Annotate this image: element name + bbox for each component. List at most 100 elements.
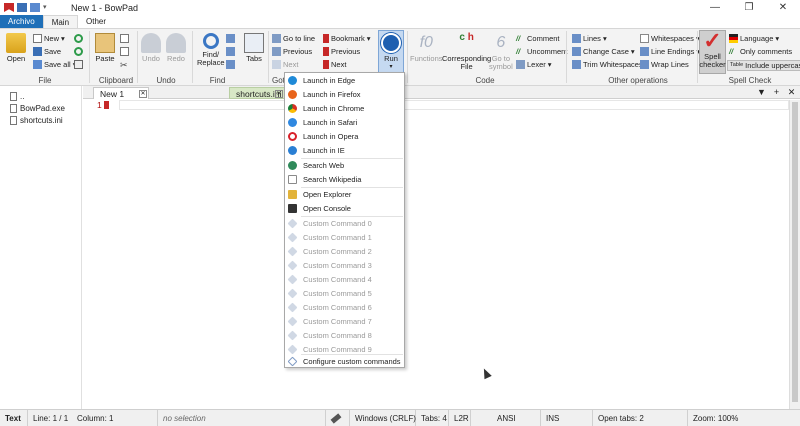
arrow-right-icon [272, 60, 281, 69]
menu-item-custom-command-0[interactable]: Custom Command 0 [285, 217, 404, 230]
tab-list-button[interactable]: ▼ [755, 86, 768, 99]
menu-item-custom-command-1[interactable]: Custom Command 1 [285, 231, 404, 244]
wrap-lines-button[interactable]: Wrap Lines [640, 60, 689, 69]
lexer-button[interactable]: Lexer ▾ [516, 60, 552, 69]
only-comments-button[interactable]: //Only comments [729, 47, 792, 56]
menu-item-custom-command-6[interactable]: Custom Command 6 [285, 301, 404, 314]
minimize-button[interactable]: — [698, 0, 732, 15]
next-button[interactable]: Next [272, 60, 298, 69]
bookmark-button[interactable]: Bookmark ▾ [323, 34, 371, 43]
menu-item-search-wikipedia[interactable]: Search Wikipedia [285, 173, 404, 186]
find-prev-button[interactable] [226, 47, 235, 56]
menu-item-launch-opera[interactable]: Launch in Opera [285, 130, 404, 143]
status-selection: no selection [158, 410, 326, 426]
reload-button[interactable] [74, 34, 83, 43]
go-to-line-button[interactable]: Go to line [272, 34, 315, 43]
menu-item-launch-firefox[interactable]: Launch in Firefox [285, 88, 404, 101]
status-encoding[interactable]: ANSI [471, 410, 541, 426]
editor[interactable]: 1 [83, 100, 789, 409]
status-tabs[interactable]: Tabs: 4 [416, 410, 449, 426]
tree-item-shortcuts-ini[interactable]: shortcuts.ini [10, 116, 63, 125]
previous-button[interactable]: Previous [272, 47, 312, 56]
app-icon[interactable] [4, 3, 14, 12]
doc-tab-new-1[interactable]: New 1 ✕ [93, 87, 149, 99]
tab-other[interactable]: Other [78, 15, 114, 28]
menu-item-launch-chrome[interactable]: Launch in Chrome [285, 102, 404, 115]
tabs-button[interactable]: Tabs [244, 33, 264, 63]
line-endings-button[interactable]: Line Endings ▾ [640, 47, 700, 56]
status-edit-icon[interactable] [326, 410, 350, 426]
close-tab-button[interactable]: ✕ [785, 86, 798, 99]
redo-icon [166, 33, 186, 53]
scrollbar-thumb[interactable] [792, 102, 798, 402]
redo-button[interactable]: Redo [166, 33, 186, 63]
spell-checker-button[interactable]: ✓ Spell checker [699, 30, 726, 74]
status-zoom[interactable]: Zoom: 100% [688, 410, 800, 426]
menu-item-custom-command-5[interactable]: Custom Command 5 [285, 287, 404, 300]
open-button[interactable]: Open [6, 33, 26, 63]
copy-button[interactable] [120, 34, 129, 43]
functions-button[interactable]: f0 Functions [410, 33, 443, 63]
run-button[interactable]: Run ▾ [378, 30, 404, 74]
corresponding-file-button[interactable]: c h Corresponding File [442, 33, 491, 71]
save-all-icon[interactable] [30, 3, 40, 12]
status-mode[interactable]: Text [0, 410, 28, 426]
custom-command-icon [287, 316, 298, 327]
find-replace-button[interactable]: Find/ Replace [197, 33, 225, 67]
close-icon[interactable]: ✕ [139, 90, 147, 98]
undo-button[interactable]: Undo [141, 33, 161, 63]
include-uppercase-button[interactable]: TableInclude uppercase [727, 60, 800, 71]
reload-2-button[interactable] [74, 47, 83, 56]
lines-button[interactable]: Lines ▾ [572, 34, 607, 43]
menu-item-launch-safari[interactable]: Launch in Safari [285, 116, 404, 129]
close-icon[interactable]: ✕ [275, 90, 283, 98]
change-case-button[interactable]: Change Case ▾ [572, 47, 635, 56]
firefox-icon [288, 90, 297, 99]
bookmark-next-button[interactable]: Next [323, 60, 346, 69]
chrome-icon [288, 104, 297, 113]
paste-button[interactable]: Paste [95, 33, 115, 63]
menu-item-custom-command-4[interactable]: Custom Command 4 [285, 273, 404, 286]
group-label-spell-check: Spell Check [728, 76, 772, 85]
new-tab-button[interactable]: + [770, 86, 783, 99]
trim-whitespaces-button[interactable]: Trim Whitespaces [572, 60, 643, 69]
save-all-button[interactable]: Save all ▾ [33, 60, 76, 69]
bookmark-previous-button[interactable]: Previous [323, 47, 360, 56]
menu-item-custom-command-2[interactable]: Custom Command 2 [285, 245, 404, 258]
arrow-left-icon [272, 47, 281, 56]
menu-item-search-web[interactable]: Search Web [285, 159, 404, 172]
tree-item-bowpad-exe[interactable]: BowPad.exe [10, 104, 65, 113]
close-button[interactable]: ✕ [766, 0, 800, 15]
maximize-button[interactable]: ❐ [732, 0, 766, 15]
chevron-down-icon[interactable]: ▾ [43, 3, 53, 12]
comment-button[interactable]: //Comment [516, 34, 560, 43]
menu-item-launch-ie[interactable]: Launch in IE [285, 144, 404, 157]
close-file-button[interactable] [74, 60, 83, 69]
status-insert-mode[interactable]: INS [541, 410, 593, 426]
whitespaces-button[interactable]: Whitespaces ▾ [640, 34, 700, 43]
tab-archivo[interactable]: Archivo [0, 15, 43, 28]
go-to-symbol-button[interactable]: 6 Go to symbol [489, 33, 513, 71]
menu-item-launch-edge[interactable]: Launch in Edge [285, 74, 404, 87]
menu-item-custom-command-8[interactable]: Custom Command 8 [285, 329, 404, 342]
menu-item-open-explorer[interactable]: Open Explorer [285, 188, 404, 201]
doc-tab-shortcuts-ini[interactable]: shortcuts.ini ✕ [229, 87, 285, 99]
save-button[interactable]: Save [33, 47, 61, 56]
find-files-button[interactable] [226, 60, 235, 69]
vertical-scrollbar[interactable] [789, 100, 800, 409]
save-icon[interactable] [17, 3, 27, 12]
menu-item-custom-command-7[interactable]: Custom Command 7 [285, 315, 404, 328]
language-button[interactable]: Language ▾ [729, 34, 779, 43]
tree-item-parent[interactable]: .. [10, 92, 24, 101]
menu-item-open-console[interactable]: Open Console [285, 202, 404, 215]
menu-item-configure-custom-commands[interactable]: Configure custom commands [285, 355, 404, 368]
cut-button[interactable]: ✂ [120, 60, 129, 70]
uncomment-button[interactable]: //Uncomment [516, 47, 567, 56]
status-direction[interactable]: L2R [449, 410, 471, 426]
status-eol[interactable]: Windows (CRLF) [350, 410, 416, 426]
copy-2-button[interactable] [120, 47, 129, 56]
tab-main[interactable]: Main [42, 15, 79, 28]
menu-item-custom-command-3[interactable]: Custom Command 3 [285, 259, 404, 272]
new-button[interactable]: New ▾ [33, 34, 65, 43]
find-next-button[interactable] [226, 34, 235, 43]
